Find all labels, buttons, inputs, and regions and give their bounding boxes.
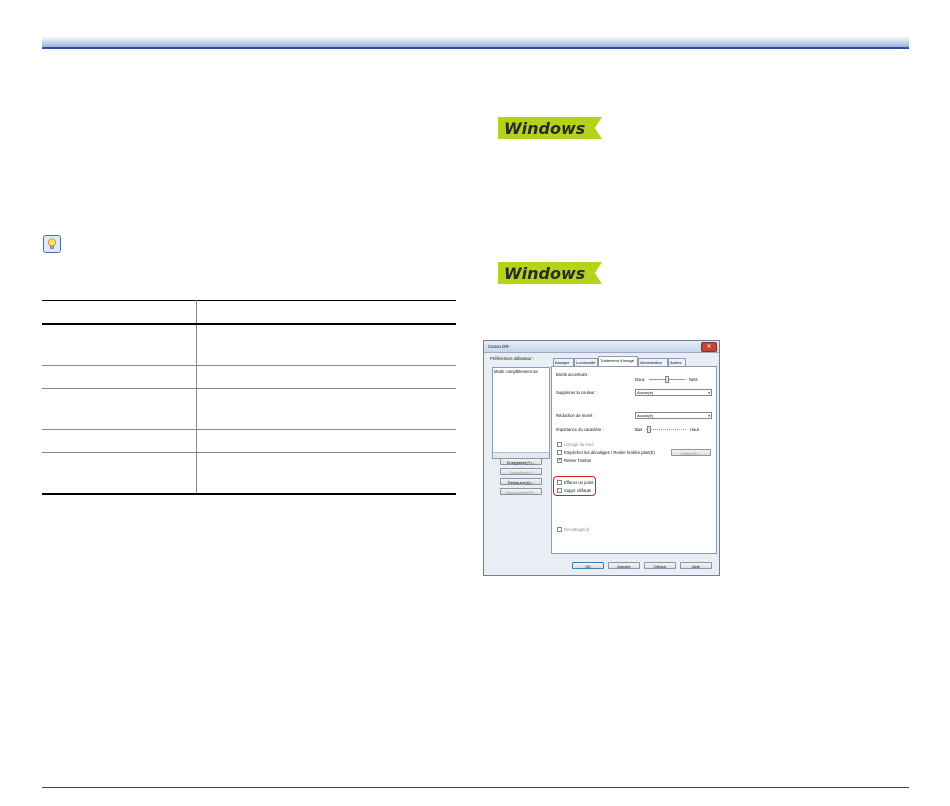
bg-smoothing-label: Lissage du fond <box>564 442 594 447</box>
dialog-titlebar: Canon DR- ✕ <box>484 341 719 353</box>
user-preferences-list[interactable]: Mode complètement sa <box>492 367 550 459</box>
moire-select[interactable]: Aucun(e) ▾ <box>635 412 712 419</box>
moire-label: Réduction de moiré : <box>556 413 595 418</box>
color-drop-label: Supprimer la couleur : <box>556 390 597 395</box>
char-slider-track[interactable] <box>646 429 686 431</box>
save-preference-button[interactable]: Enregistrer(Y)... <box>500 458 542 465</box>
deskew-checkbox[interactable] <box>557 527 562 532</box>
tab-basique[interactable]: Basique <box>553 358 574 366</box>
table-row <box>42 324 456 366</box>
close-icon[interactable]: ✕ <box>701 342 717 352</box>
tab-autres[interactable]: Autres <box>668 358 686 366</box>
backup-preference-button[interactable]: Sauvegarder(E)... <box>500 488 542 495</box>
tip-lightbulb-icon <box>43 235 61 253</box>
moire-value: Aucun(e) <box>637 413 654 418</box>
default-button[interactable]: Défaut <box>644 562 676 569</box>
edge-emphasis-label: Bords accentués : <box>556 372 590 377</box>
char-thickness-label: Importance du caractère : <box>556 427 604 432</box>
prevent-bleed-checkbox[interactable] <box>557 450 562 455</box>
edge-slider-thumb[interactable] <box>665 376 669 383</box>
windows-badge: Windows <box>498 117 602 139</box>
settings-table <box>42 300 456 495</box>
remove-shadow-label: Retirer l'ombre <box>564 458 592 463</box>
table-row <box>42 452 456 495</box>
highlight-frame <box>553 476 596 496</box>
table-row <box>42 365 456 389</box>
edge-max-label: Nets <box>689 377 698 382</box>
delete-preference-button[interactable]: Supprimer(I) <box>500 468 542 475</box>
image-processing-panel: Bords accentués : Doux Nets Supprimer la… <box>551 366 717 554</box>
restore-preference-button[interactable]: Restaurer(A)... <box>500 478 542 485</box>
table-row <box>42 388 456 430</box>
table-header-row <box>42 300 456 325</box>
ok-button[interactable]: OK <box>572 562 604 569</box>
list-item[interactable]: Mode complètement sa <box>494 369 538 374</box>
footer-rule <box>42 787 909 788</box>
dialog-title: Canon DR- <box>488 344 510 349</box>
char-min-label: Bas <box>635 427 643 432</box>
windows-badge: Windows <box>498 262 602 284</box>
cancel-button[interactable]: Annuler <box>608 562 640 569</box>
chevron-down-icon: ▾ <box>708 414 710 418</box>
char-slider-thumb[interactable] <box>647 426 651 433</box>
remove-shadow-checkbox[interactable] <box>557 457 562 463</box>
svg-text:Windows: Windows <box>504 264 585 283</box>
table-row <box>42 429 456 453</box>
edge-min-label: Doux <box>635 377 645 382</box>
deskew-label: Recadrage(J) <box>564 527 590 532</box>
scanner-settings-dialog: Canon DR- ✕ Préférences utilisateur : Mo… <box>483 340 720 576</box>
chevron-down-icon: ▾ <box>708 391 710 395</box>
header-rule <box>42 36 909 49</box>
color-drop-select[interactable]: Aucun(e) ▾ <box>635 389 712 396</box>
bg-smoothing-checkbox[interactable] <box>557 442 562 447</box>
user-preferences-label: Préférences utilisateur : <box>490 356 534 361</box>
tab-alimentation[interactable]: Alimentation <box>638 358 668 366</box>
help-button[interactable]: Aide <box>680 562 712 569</box>
tab-luminosite[interactable]: Luminosité <box>574 358 598 366</box>
color-drop-value: Aucun(e) <box>637 390 654 395</box>
svg-text:Windows: Windows <box>504 119 585 138</box>
char-max-label: Haut <box>690 427 699 432</box>
prevent-bleed-settings-button[interactable]: Définir(S)... <box>671 449 711 456</box>
prevent-bleed-label: Empêcher les décalages / Retirer fenêtre… <box>564 450 655 455</box>
